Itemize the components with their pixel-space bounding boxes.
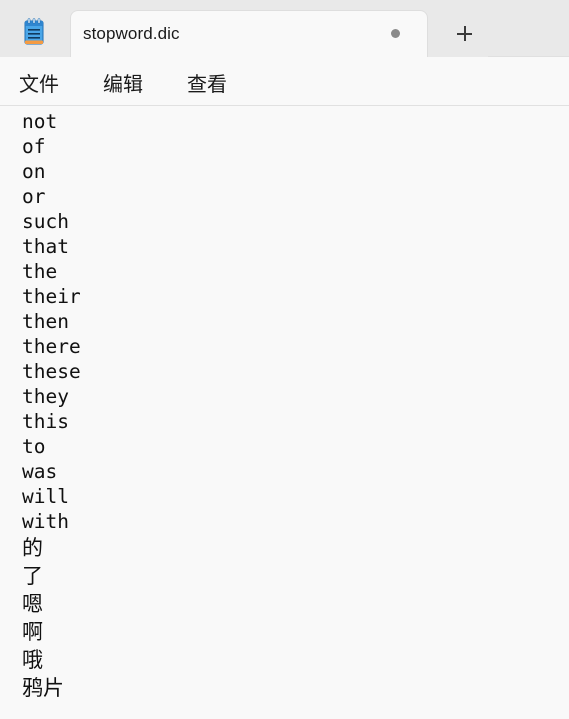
menu-file[interactable]: 文件: [19, 68, 59, 97]
unsaved-dot-icon[interactable]: [391, 29, 400, 38]
editor-line: 了: [22, 564, 43, 588]
menu-view[interactable]: 查看: [187, 68, 227, 97]
editor-line: they: [22, 385, 69, 408]
editor-line: their: [22, 285, 81, 308]
menu-edit[interactable]: 编辑: [103, 68, 143, 97]
menu-bar: 文件 编辑 查看: [0, 57, 569, 106]
editor-line: was: [22, 460, 58, 483]
editor-line: or: [22, 185, 46, 208]
editor-line: there: [22, 335, 81, 358]
editor-line: will: [22, 485, 69, 508]
title-bar: stopword.dic: [0, 0, 569, 57]
editor-lines: not of on or such that the their then th…: [22, 109, 81, 702]
editor-line: this: [22, 410, 69, 433]
editor-line: with: [22, 510, 69, 533]
editor-line: then: [22, 310, 69, 333]
editor-line: the: [22, 260, 58, 283]
editor-line: 的: [22, 536, 43, 560]
text-editor[interactable]: not of on or such that the their then th…: [0, 106, 569, 719]
editor-line: that: [22, 235, 69, 258]
notepad-window: stopword.dic 文件 编辑 查看 not of on or such …: [0, 0, 569, 719]
editor-line: of: [22, 135, 46, 158]
tab-title: stopword.dic: [83, 24, 180, 43]
editor-line: 哦: [22, 648, 43, 672]
editor-line: 嗯: [22, 592, 43, 616]
editor-line: 啊: [22, 620, 43, 644]
editor-line: on: [22, 160, 46, 183]
editor-line: these: [22, 360, 81, 383]
editor-line: such: [22, 210, 69, 233]
editor-line: to: [22, 435, 46, 458]
new-tab-plus-icon[interactable]: [450, 18, 478, 46]
editor-line: 鸦片: [22, 676, 64, 700]
tab-stopword[interactable]: stopword.dic: [70, 10, 428, 57]
editor-line: not: [22, 110, 58, 133]
notepad-icon: [24, 18, 44, 45]
